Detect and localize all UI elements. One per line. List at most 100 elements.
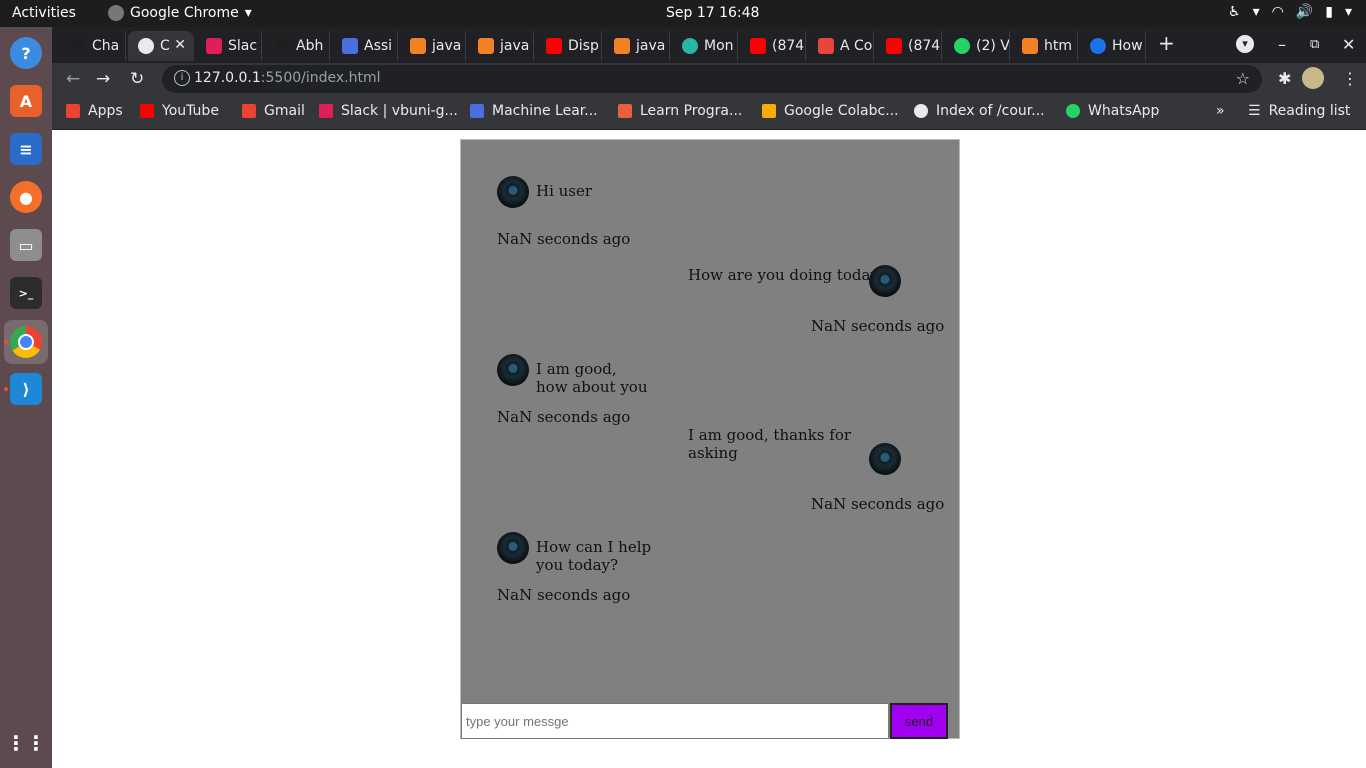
app-menu-label: Google Chrome [130, 5, 239, 21]
help-icon[interactable]: ? [10, 37, 42, 69]
close-tab-icon[interactable]: ✕ [174, 37, 186, 53]
browser-tab[interactable]: Disp [536, 31, 602, 61]
bookmark-item[interactable]: Learn Progra... [618, 103, 742, 119]
ubuntu-dock: ? A ≡ ● ▭ >_ ⟩ ⋮⋮ [0, 27, 52, 768]
tab-title: java [432, 38, 462, 54]
bookmark-label: Apps [88, 103, 123, 119]
youtube-icon [886, 38, 902, 54]
forward-button[interactable]: → [96, 69, 110, 89]
profile-avatar[interactable] [1302, 67, 1324, 89]
youtube-icon [750, 38, 766, 54]
site-info-icon[interactable]: i [174, 70, 190, 86]
globe-icon [138, 38, 154, 54]
clock-icon [682, 38, 698, 54]
browser-tab[interactable]: How [1080, 31, 1146, 61]
activities-button[interactable]: Activities [12, 5, 76, 21]
back-button[interactable]: ← [66, 69, 80, 89]
reading-list-icon: ☰ [1248, 103, 1261, 119]
bookmark-star-icon[interactable]: ☆ [1236, 69, 1250, 88]
browser-tab[interactable]: Mon [672, 31, 738, 61]
bot-avatar [497, 176, 529, 208]
bookmarks-overflow-button[interactable]: » [1216, 103, 1225, 119]
browser-tab[interactable]: C ✕ [128, 31, 194, 61]
stackoverflow-icon [614, 38, 630, 54]
browser-tab[interactable]: Assi [332, 31, 398, 61]
browser-tab[interactable]: (874 [740, 31, 806, 61]
browser-tab[interactable]: java [468, 31, 534, 61]
chat-message-text: How are you doing today [688, 266, 879, 284]
browser-tab[interactable]: htm [1012, 31, 1078, 61]
message-line: you today? [536, 556, 619, 574]
software-center-icon[interactable]: A [10, 85, 42, 117]
bot-avatar [497, 354, 529, 386]
new-tab-button[interactable]: + [1158, 31, 1175, 55]
bookmark-label: Gmail [264, 103, 305, 119]
browser-tab[interactable]: Cha [60, 31, 126, 61]
bookmark-item[interactable]: WhatsApp [1066, 103, 1159, 119]
vscode-icon[interactable]: ⟩ [10, 373, 42, 405]
tab-title: A Co [840, 38, 873, 54]
slack-icon [206, 38, 222, 54]
terminal-icon[interactable]: >_ [10, 277, 42, 309]
message-timestamp: NaN seconds ago [811, 495, 945, 513]
browser-tab[interactable]: (2) V [944, 31, 1010, 61]
chat-message-text: Hi user [536, 182, 593, 200]
bookmark-item[interactable]: Gmail [242, 103, 305, 119]
accessibility-icon[interactable]: ♿ [1228, 4, 1241, 20]
tab-title: How [1112, 38, 1143, 54]
tab-search-icon[interactable]: ▾ [1236, 35, 1254, 53]
writer-icon[interactable]: ≡ [10, 133, 42, 165]
bookmark-label: Learn Progra... [640, 103, 743, 119]
browser-tab[interactable]: Slac [196, 31, 262, 61]
tab-title: (874 [772, 38, 805, 54]
bookmark-item[interactable]: Index of /cour... [914, 103, 1045, 119]
files-icon[interactable]: ▭ [10, 229, 42, 261]
chevron-down-icon: ▾ [1252, 4, 1260, 20]
app-menu[interactable]: Google Chrome ▾ [108, 5, 252, 21]
clock[interactable]: Sep 17 16:48 [666, 5, 759, 21]
page-viewport: Hi user NaN seconds ago How are you doin… [52, 130, 1366, 768]
restore-button[interactable]: ⧉ [1310, 37, 1319, 52]
reload-button[interactable]: ↻ [130, 69, 144, 89]
address-bar[interactable]: i 127.0.0.1:5500/index.html ☆ [162, 65, 1262, 93]
chrome-icon [108, 5, 124, 21]
extensions-icon[interactable]: ✱ [1278, 69, 1291, 88]
bookmarks-bar: Apps YouTube Gmail Slack | vbuni-g... Machin… [52, 95, 1366, 130]
minimize-button[interactable]: – [1278, 35, 1286, 54]
bookmark-item[interactable]: Apps [66, 103, 123, 119]
bookmark-label: YouTube [162, 103, 219, 119]
reading-list-button[interactable]: ☰ Reading list [1248, 103, 1350, 119]
bookmark-item[interactable]: Slack | vbuni-g... [319, 103, 458, 119]
show-applications-icon[interactable]: ⋮⋮ [6, 727, 46, 759]
bookmark-label: WhatsApp [1088, 103, 1160, 119]
firefox-icon[interactable]: ● [10, 181, 42, 213]
stackoverflow-icon [1022, 38, 1038, 54]
github-icon [274, 38, 290, 54]
browser-tab[interactable]: A Co [808, 31, 874, 61]
browser-tab[interactable]: java [604, 31, 670, 61]
wifi-icon[interactable]: ◠ [1272, 4, 1284, 20]
message-input[interactable] [461, 703, 889, 739]
send-button[interactable]: send [890, 703, 948, 739]
bookmark-item[interactable]: Google Colabc... [762, 103, 899, 119]
battery-icon[interactable]: ▮ [1325, 4, 1333, 20]
tab-title: C [160, 38, 170, 54]
chrome-icon[interactable] [10, 326, 42, 358]
system-tray[interactable]: ♿ ▾ ◠ 🔊 ▮ ▾ [1228, 4, 1352, 20]
user-avatar [869, 443, 901, 475]
tab-title: Mon [704, 38, 734, 54]
user-avatar [869, 265, 901, 297]
browser-tab[interactable]: (874 [876, 31, 942, 61]
message-line: asking [688, 444, 738, 462]
url-text[interactable]: 127.0.0.1:5500/index.html [194, 70, 381, 86]
browser-tab[interactable]: java [400, 31, 466, 61]
bookmark-item[interactable]: YouTube [140, 103, 219, 119]
menu-kebab-icon[interactable]: ⋮ [1342, 69, 1358, 88]
bookmark-item[interactable]: Machine Lear... [470, 103, 598, 119]
browser-tab[interactable]: Abh [264, 31, 330, 61]
slack-icon [319, 104, 333, 118]
volume-icon[interactable]: 🔊 [1296, 4, 1313, 20]
chevron-down-icon: ▾ [1344, 4, 1352, 20]
running-indicator [4, 340, 8, 344]
close-window-button[interactable]: ✕ [1342, 35, 1355, 54]
